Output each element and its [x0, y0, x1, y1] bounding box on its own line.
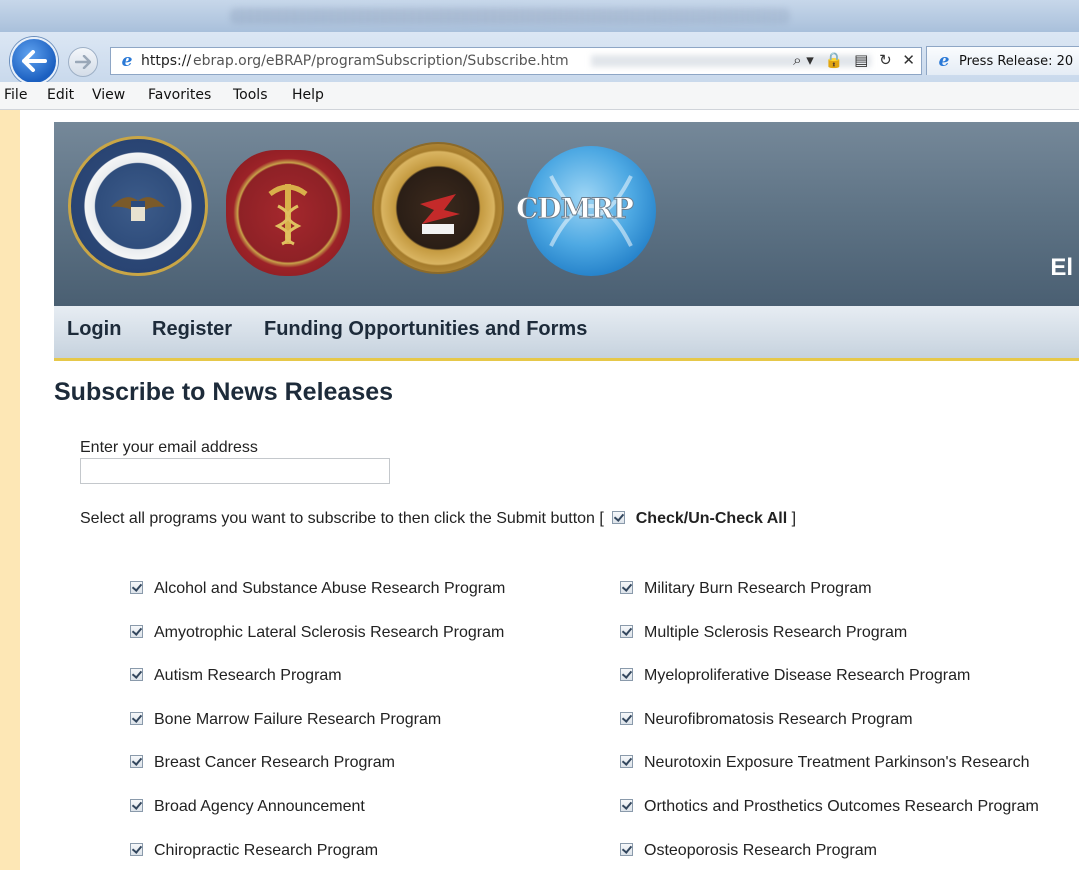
program-checkbox[interactable] — [620, 625, 633, 638]
program-label: Bone Marrow Failure Research Program — [154, 711, 442, 728]
internet-explorer-icon: e — [121, 51, 133, 71]
program-checkbox[interactable] — [620, 755, 633, 768]
cdmrp-text: CDMRP — [516, 192, 635, 226]
menu-edit[interactable]: Edit — [47, 87, 74, 103]
web-page: CDMRP El Login Register Funding Opportun… — [20, 110, 1079, 870]
nav-register[interactable]: Register — [152, 318, 232, 341]
department-of-defense-seal — [68, 136, 208, 276]
stop-icon[interactable]: ✕ — [902, 51, 915, 69]
program-item[interactable]: Alcohol and Substance Abuse Research Pro… — [130, 580, 505, 598]
program-item[interactable]: Amyotrophic Lateral Sclerosis Research P… — [130, 624, 504, 642]
program-item[interactable]: Osteoporosis Research Program — [620, 842, 877, 860]
browser-tab[interactable]: e Press Release: 20 — [926, 46, 1079, 75]
program-label: Amyotrophic Lateral Sclerosis Research P… — [154, 624, 505, 641]
program-checkbox[interactable] — [620, 799, 633, 812]
internet-explorer-icon: e — [938, 51, 950, 71]
banner-partial-text: El — [1050, 254, 1073, 281]
menu-tools[interactable]: Tools — [233, 87, 268, 103]
usamraa-emblem-icon — [420, 194, 460, 234]
program-item[interactable]: Autism Research Program — [130, 667, 342, 685]
site-banner: CDMRP El — [54, 122, 1079, 306]
url-scheme: https:// — [141, 53, 192, 69]
program-item[interactable]: Broad Agency Announcement — [130, 798, 365, 816]
back-arrow-icon — [22, 50, 47, 72]
program-checkbox[interactable] — [130, 668, 143, 681]
program-item[interactable]: Military Burn Research Program — [620, 580, 872, 598]
program-checkbox[interactable] — [130, 799, 143, 812]
url-path: ebrap.org/eBRAP/programSubscription/Subs… — [193, 53, 569, 69]
instructions-text: Select all programs you want to subscrib… — [80, 510, 604, 527]
program-label: Myeloproliferative Disease Research Prog… — [644, 667, 971, 684]
program-checkbox[interactable] — [130, 625, 143, 638]
program-checkbox[interactable] — [130, 755, 143, 768]
program-checkbox[interactable] — [130, 581, 143, 594]
caduceus-icon — [268, 184, 308, 246]
instructions-suffix: ] — [791, 510, 797, 527]
program-item[interactable]: Neurotoxin Exposure Treatment Parkinson'… — [620, 754, 1029, 772]
program-label: Orthotics and Prosthetics Outcomes Resea… — [644, 798, 1039, 815]
program-item[interactable]: Orthotics and Prosthetics Outcomes Resea… — [620, 798, 1039, 816]
program-label: Multiple Sclerosis Research Program — [644, 624, 908, 641]
menu-file[interactable]: File — [4, 87, 27, 103]
program-item[interactable]: Neurofibromatosis Research Program — [620, 711, 913, 729]
program-checkbox[interactable] — [130, 712, 143, 725]
nav-funding-opportunities[interactable]: Funding Opportunities and Forms — [264, 318, 587, 341]
eagle-icon — [111, 197, 165, 221]
forward-button[interactable] — [68, 47, 98, 77]
back-button[interactable] — [10, 37, 58, 85]
tab-title: Press Release: 20 — [959, 54, 1074, 69]
program-checkbox[interactable] — [620, 843, 633, 856]
site-navigation: Login Register Funding Opportunities and… — [54, 306, 1079, 361]
cdmrp-logo: CDMRP — [516, 146, 656, 276]
program-label: Neurofibromatosis Research Program — [644, 711, 913, 728]
page-title: Subscribe to News Releases — [54, 378, 394, 406]
program-label: Breast Cancer Research Program — [154, 754, 395, 771]
nav-login[interactable]: Login — [67, 318, 121, 341]
program-item[interactable]: Bone Marrow Failure Research Program — [130, 711, 441, 729]
program-item[interactable]: Multiple Sclerosis Research Program — [620, 624, 907, 642]
usamraa-seal — [372, 142, 504, 274]
menu-view[interactable]: View — [92, 87, 125, 103]
program-checkbox[interactable] — [620, 581, 633, 594]
instructions: Select all programs you want to subscrib… — [80, 510, 796, 528]
program-checkbox[interactable] — [130, 843, 143, 856]
address-bar[interactable]: e https:// ebrap.org/eBRAP/programSubscr… — [110, 47, 922, 75]
menu-help[interactable]: Help — [292, 87, 324, 103]
program-item[interactable]: Chiropractic Research Program — [130, 842, 378, 860]
protect-project-sustain-seal — [226, 150, 350, 276]
program-label: Osteoporosis Research Program — [644, 842, 877, 859]
window-title-bar — [0, 0, 1079, 32]
program-label: Military Burn Research Program — [644, 580, 872, 597]
program-label: Chiropractic Research Program — [154, 842, 379, 859]
blurred-window-title — [230, 8, 790, 24]
address-bar-icons: ⌕ ▾ 🔒 ▤ ↻ ✕ — [787, 51, 915, 69]
menu-favorites[interactable]: Favorites — [148, 87, 211, 103]
program-checkbox[interactable] — [620, 712, 633, 725]
program-checkbox[interactable] — [620, 668, 633, 681]
lock-icon[interactable]: 🔒 — [825, 51, 844, 69]
program-label: Autism Research Program — [154, 667, 342, 684]
program-label: Broad Agency Announcement — [154, 798, 365, 815]
program-label: Alcohol and Substance Abuse Research Pro… — [154, 580, 506, 597]
check-all-label[interactable]: Check/Un-Check All — [636, 510, 787, 527]
email-label: Enter your email address — [80, 439, 258, 456]
program-label: Neurotoxin Exposure Treatment Parkinson'… — [644, 754, 1030, 771]
program-item[interactable]: Breast Cancer Research Program — [130, 754, 395, 772]
browser-navigation-bar: e https:// ebrap.org/eBRAP/programSubscr… — [0, 32, 1079, 85]
check-all-checkbox[interactable] — [612, 511, 626, 524]
forward-arrow-icon — [75, 55, 91, 69]
program-item[interactable]: Myeloproliferative Disease Research Prog… — [620, 667, 970, 685]
refresh-icon[interactable]: ↻ — [879, 51, 892, 69]
compatibility-view-icon[interactable]: ▤ — [854, 51, 868, 69]
email-input[interactable] — [80, 458, 390, 484]
menu-bar: File Edit View Favorites Tools Help — [0, 82, 1079, 110]
search-icon[interactable]: ⌕ ▾ — [793, 51, 814, 69]
